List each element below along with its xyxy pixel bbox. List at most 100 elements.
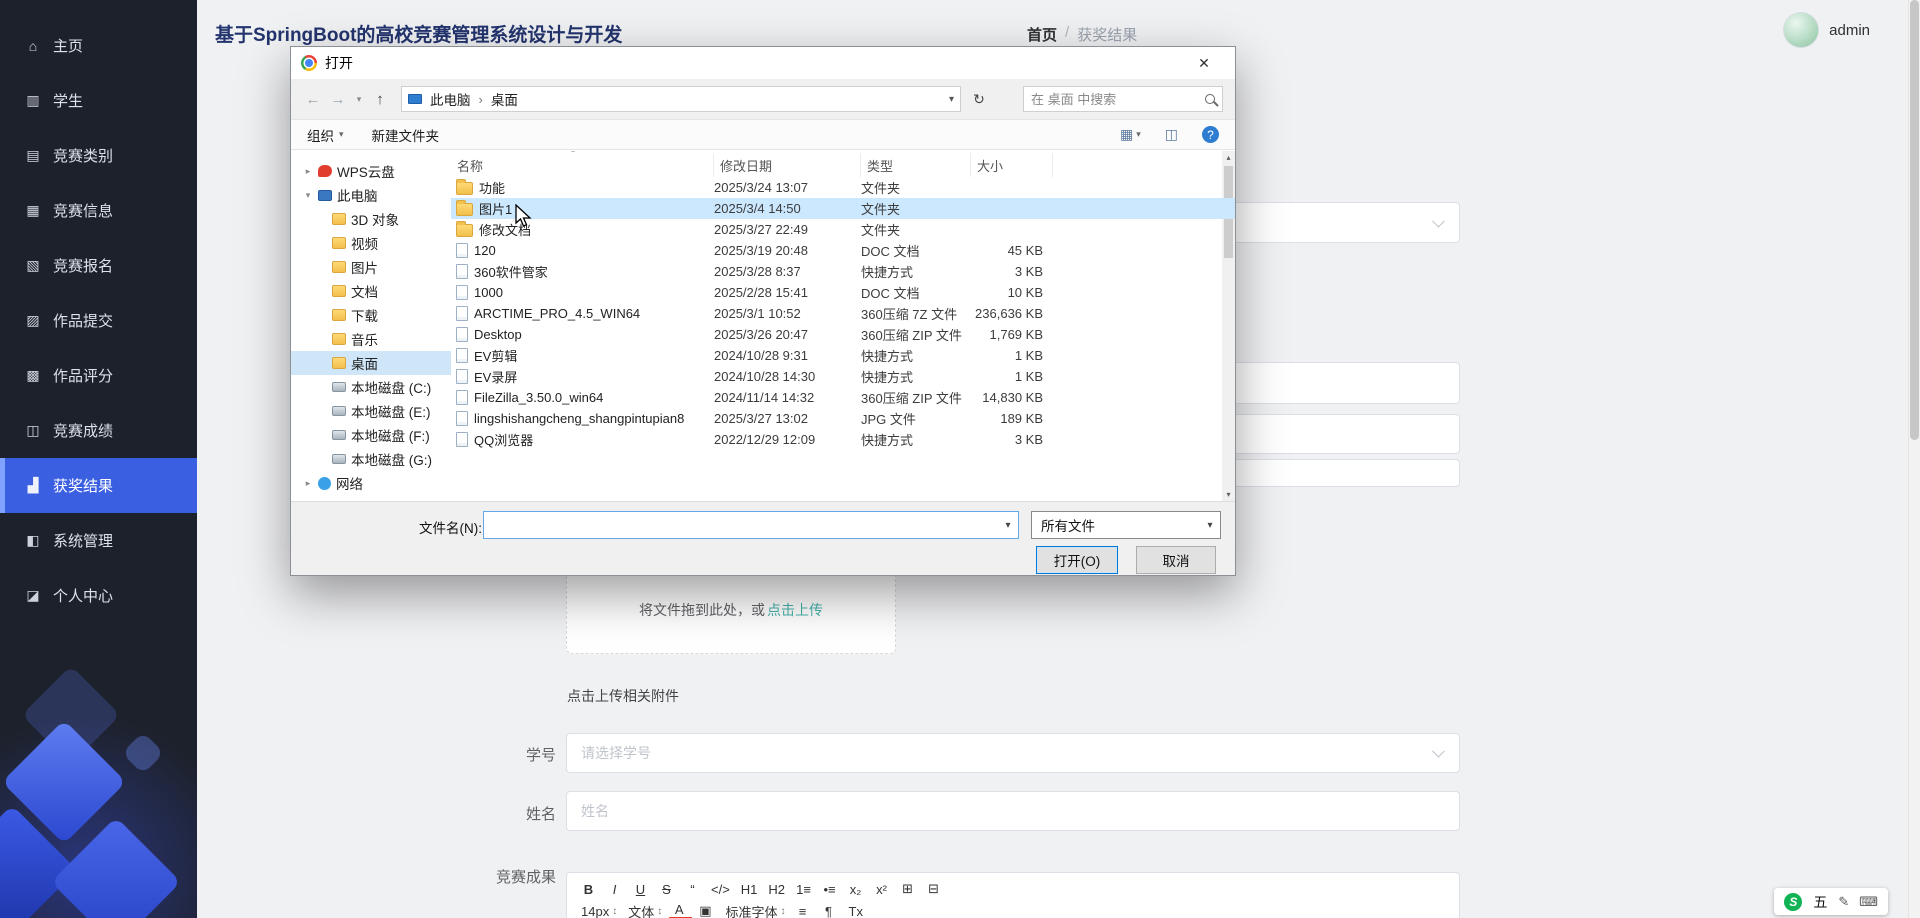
open-button[interactable]: 打开(O) [1036,546,1118,574]
tree-item[interactable]: 本地磁盘 (E:) [291,399,451,423]
address-dropdown-icon[interactable]: ▾ [949,94,954,105]
help-icon[interactable]: ? [1202,126,1219,143]
tree-item[interactable]: 音乐 [291,327,451,351]
file-row[interactable]: 修改文档 2025/3/27 22:49 文件夹 [451,219,1235,240]
editor-toolbar-button[interactable]: B [577,879,600,899]
sidebar-menu-item[interactable]: ▩ 作品评分 [0,348,197,403]
cancel-button[interactable]: 取消 [1136,546,1216,574]
avatar[interactable] [1783,12,1819,48]
ime-mode-label[interactable]: 五 [1813,892,1827,912]
file-row[interactable]: ARCTIME_PRO_4.5_WIN64 2025/3/1 10:52 360… [451,303,1235,324]
tree-item[interactable]: 视频 [291,231,451,255]
page-scrollbar-thumb[interactable] [1910,0,1919,440]
file-row[interactable]: 功能 2025/3/24 13:07 文件夹 [451,177,1235,198]
column-header[interactable]: 大小 [971,153,1053,177]
tree-item[interactable]: 本地磁盘 (F:) [291,423,451,447]
editor-toolbar-button[interactable]: ⊟ [922,879,945,899]
sidebar-menu-item[interactable]: ◧ 系统管理 [0,513,197,568]
editor-toolbar-button[interactable]: I [603,879,626,899]
editor-toolbar-widget[interactable]: 14px↕ [577,901,621,918]
editor-toolbar-button[interactable]: x² [870,879,893,899]
tree-item[interactable]: ▸ WPS云盘 [291,159,451,183]
student-id-input[interactable] [567,734,1459,772]
user-menu[interactable]: admin [1783,12,1870,48]
file-row[interactable]: EV录屏 2024/10/28 14:30 快捷方式 1 KB [451,366,1235,387]
editor-toolbar-button[interactable]: </> [707,879,734,899]
editor-toolbar-widget[interactable]: A [669,903,692,918]
sidebar-menu-item[interactable]: ▥ 学生 [0,73,197,128]
new-folder-button[interactable]: 新建文件夹 [372,125,440,145]
sidebar-menu-item[interactable]: ⌂ 主页 [0,18,197,73]
editor-toolbar-widget[interactable]: ▣ [695,901,718,918]
file-row[interactable]: Desktop 2025/3/26 20:47 360压缩 ZIP 文件 1,7… [451,324,1235,345]
tree-expander-icon[interactable]: ▾ [303,190,313,201]
upload-link[interactable]: 点击上传 [767,600,823,620]
editor-toolbar-button[interactable]: x₂ [844,879,867,899]
ime-tool-icon[interactable]: ⌨ [1859,894,1878,910]
file-row[interactable]: EV剪辑 2024/10/28 9:31 快捷方式 1 KB [451,345,1235,366]
file-row[interactable]: FileZilla_3.50.0_win64 2024/11/14 14:32 … [451,387,1235,408]
tree-item[interactable]: 图片 [291,255,451,279]
file-row[interactable]: 图片1 2025/3/4 14:50 文件夹 [451,198,1235,219]
breadcrumb-home[interactable]: 首页 [1027,24,1057,45]
file-row[interactable]: lingshishangcheng_shangpintupian8 2025/3… [451,408,1235,429]
sidebar-menu-item[interactable]: ▟ 获奖结果 [0,458,197,513]
tree-item[interactable]: 文档 [291,279,451,303]
tree-expander-icon[interactable]: ▸ [303,478,313,489]
tree-item[interactable]: ▾ 此电脑 [291,183,451,207]
filename-input[interactable] [484,512,998,538]
sidebar-menu-item[interactable]: ▧ 竞赛报名 [0,238,197,293]
sogou-logo-icon[interactable]: S [1784,893,1802,911]
editor-toolbar-button[interactable]: S [655,879,678,899]
name-field[interactable] [566,791,1460,831]
history-dropdown-icon[interactable]: ▾ [353,94,365,105]
tree-item[interactable]: ▸ 网络 [291,471,451,495]
refresh-icon[interactable]: ↻ [966,86,992,112]
organize-button[interactable]: 组织 ▾ [307,125,344,145]
file-row[interactable]: 360软件管家 2025/3/28 8:37 快捷方式 3 KB [451,261,1235,282]
chevron-down-icon[interactable]: ▾ [998,512,1018,538]
tree-item[interactable]: 桌面 [291,351,451,375]
tree-item[interactable]: 3D 对象 [291,207,451,231]
tree-item[interactable]: 本地磁盘 (C:) [291,375,451,399]
up-icon[interactable]: ↑ [370,91,390,108]
sidebar-menu-item[interactable]: ◫ 竞赛成绩 [0,403,197,458]
file-row[interactable]: QQ浏览器 2022/12/29 12:09 快捷方式 3 KB [451,429,1235,450]
editor-toolbar-widget[interactable]: ≡ [793,901,816,918]
sidebar-menu-item[interactable]: ◪ 个人中心 [0,568,197,623]
filetype-dropdown[interactable]: 所有文件 ▾ [1031,511,1221,539]
filename-combobox[interactable]: ▾ [483,511,1019,539]
sidebar-menu-item[interactable]: ▦ 竞赛信息 [0,183,197,238]
editor-toolbar-widget[interactable]: ¶ [819,901,842,918]
tree-item[interactable]: 本地磁盘 (G:) [291,447,451,471]
file-row[interactable]: 120 2025/3/19 20:48 DOC 文档 45 KB [451,240,1235,261]
editor-toolbar-button[interactable]: U [629,879,652,899]
view-mode-button[interactable]: ▦ ▾ [1120,126,1141,143]
sidebar-menu-item[interactable]: ▨ 作品提交 [0,293,197,348]
editor-toolbar-button[interactable]: •≡ [818,879,841,899]
column-header[interactable]: 名称 ˆ [451,153,714,177]
back-icon[interactable]: ← [303,91,323,108]
sidebar-menu-item[interactable]: ▤ 竞赛类别 [0,128,197,183]
page-scrollbar[interactable] [1908,0,1920,918]
search-box[interactable] [1023,86,1223,112]
file-row[interactable]: 1000 2025/2/28 15:41 DOC 文档 10 KB [451,282,1235,303]
editor-toolbar-button[interactable]: “ [681,879,704,899]
address-segment-this-pc[interactable]: 此电脑 [428,89,473,109]
ime-tool-icon[interactable]: ✎ [1838,894,1849,910]
column-header[interactable]: 类型 [861,153,971,177]
editor-toolbar-widget[interactable]: 标准字体↕ [722,901,790,918]
preview-pane-button[interactable]: ◫ [1165,126,1178,143]
address-bar[interactable]: 此电脑 › 桌面 ▾ [401,86,961,112]
editor-toolbar-button[interactable]: 1≡ [792,879,815,899]
student-id-select[interactable] [566,733,1460,773]
search-input[interactable] [1031,92,1200,107]
address-segment-desktop[interactable]: 桌面 [489,89,520,109]
name-input[interactable] [567,792,1459,830]
editor-toolbar-widget[interactable]: Tx [845,901,870,918]
close-icon[interactable]: ✕ [1183,47,1225,79]
editor-toolbar-button[interactable]: H1 [737,879,762,899]
column-header[interactable]: 修改日期 [714,153,861,177]
editor-toolbar-widget[interactable]: 文体↕ [624,901,666,918]
tree-item[interactable]: 下载 [291,303,451,327]
